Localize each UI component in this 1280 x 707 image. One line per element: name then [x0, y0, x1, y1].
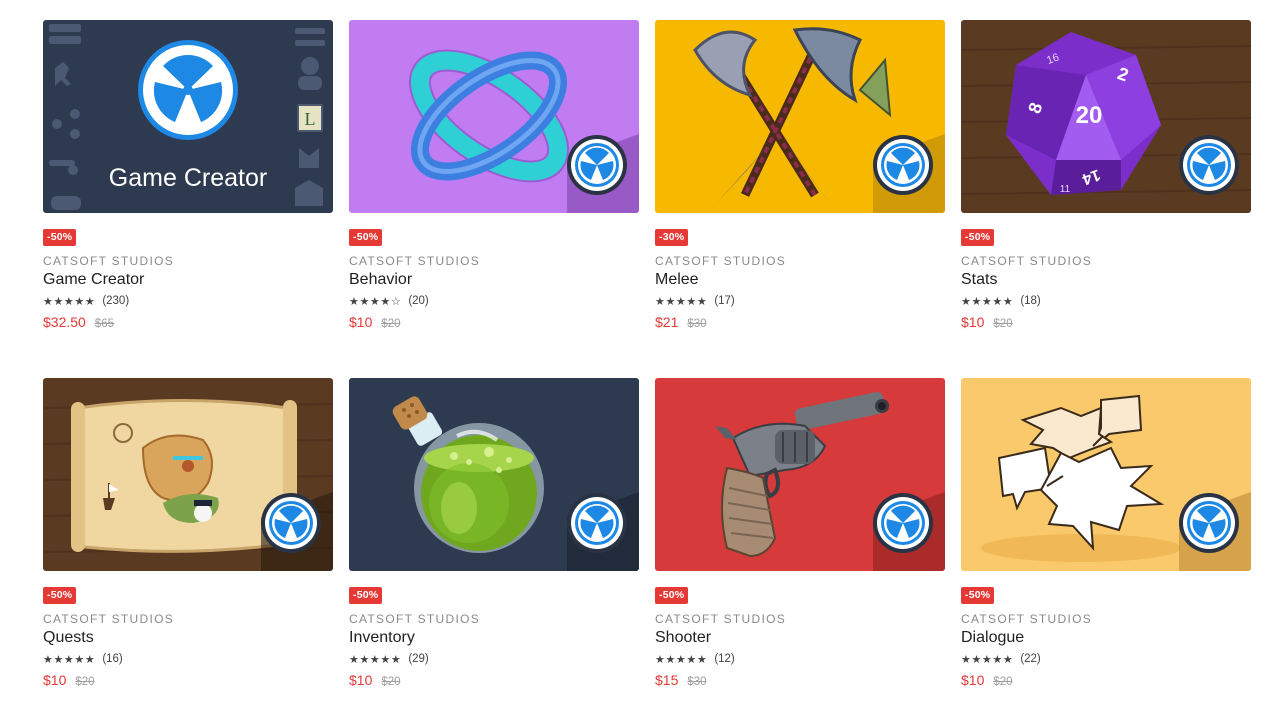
- star-rating-icon: ★★★★★: [43, 653, 96, 666]
- product-thumbnail[interactable]: L Game Creator: [43, 20, 333, 213]
- publisher-link[interactable]: CATSOFT STUDIOS: [349, 612, 480, 626]
- rating: ★★★★☆ (20): [349, 294, 429, 308]
- rating-count: (18): [1020, 295, 1041, 307]
- original-price: $65: [94, 318, 115, 330]
- price: $10 $20: [43, 672, 95, 688]
- sale-price: $10: [961, 314, 985, 330]
- rating: ★★★★★ (17): [655, 294, 735, 308]
- discount-badge: -50%: [655, 587, 689, 604]
- melee-axes-artwork: [655, 20, 945, 213]
- star-rating-icon: ★★★★★: [655, 653, 708, 666]
- discount-badge: -50%: [961, 229, 995, 246]
- sale-price: $21: [655, 314, 679, 330]
- publisher-link[interactable]: CATSOFT STUDIOS: [655, 254, 786, 268]
- svg-text:L: L: [305, 109, 316, 129]
- product-title[interactable]: Behavior: [349, 271, 412, 289]
- sale-price: $10: [349, 672, 373, 688]
- star-rating-icon: ★★★★★: [43, 295, 96, 308]
- product-thumbnail[interactable]: [655, 378, 945, 571]
- shooter-revolver-artwork: [655, 378, 945, 571]
- product-title[interactable]: Dialogue: [961, 629, 1024, 647]
- rating: ★★★★★ (29): [349, 652, 429, 666]
- price: $32.50 $65: [43, 314, 114, 330]
- publisher-link[interactable]: CATSOFT STUDIOS: [961, 254, 1092, 268]
- rating-count: (29): [408, 653, 429, 665]
- product-thumbnail[interactable]: 20 2 8 16 14 11: [961, 20, 1251, 213]
- game-creator-artwork: L Game Creator: [43, 20, 333, 213]
- discount-badge: -50%: [43, 229, 77, 246]
- rating-count: (20): [408, 295, 429, 307]
- dialogue-bubbles-artwork: [961, 378, 1251, 571]
- product-thumbnail[interactable]: [349, 378, 639, 571]
- sale-price: $15: [655, 672, 679, 688]
- discount-badge: -50%: [349, 229, 383, 246]
- rating: ★★★★★ (16): [43, 652, 123, 666]
- star-rating-icon: ★★★★★: [349, 653, 402, 666]
- rating-count: (22): [1020, 653, 1041, 665]
- star-rating-icon: ★★★★★: [961, 295, 1014, 308]
- discount-badge: -50%: [43, 587, 77, 604]
- product-title[interactable]: Game Creator: [43, 271, 144, 289]
- star-rating-icon: ★★★★☆: [349, 295, 402, 308]
- discount-badge: -50%: [349, 587, 383, 604]
- publisher-link[interactable]: CATSOFT STUDIOS: [43, 254, 174, 268]
- original-price: $20: [381, 676, 401, 688]
- sale-price: $10: [349, 314, 373, 330]
- product-title[interactable]: Melee: [655, 271, 699, 289]
- price: $10 $20: [349, 314, 401, 330]
- product-title[interactable]: Stats: [961, 271, 997, 289]
- sale-price: $32.50: [43, 314, 86, 330]
- dice-number: 20: [1076, 102, 1103, 129]
- rating-count: (12): [714, 653, 735, 665]
- rating: ★★★★★ (18): [961, 294, 1041, 308]
- product-thumbnail[interactable]: [349, 20, 639, 213]
- original-price: $20: [993, 676, 1013, 688]
- publisher-link[interactable]: CATSOFT STUDIOS: [349, 254, 480, 268]
- price: $10 $20: [961, 672, 1013, 688]
- original-price: $30: [687, 676, 707, 688]
- inventory-potion-artwork: [349, 378, 639, 571]
- price: $21 $30: [655, 314, 707, 330]
- artwork-title: Game Creator: [109, 164, 267, 192]
- product-title[interactable]: Shooter: [655, 629, 711, 647]
- rating-count: (17): [714, 295, 735, 307]
- rating-count: (230): [102, 295, 130, 307]
- price: $15 $30: [655, 672, 707, 688]
- behavior-rings-artwork: [349, 20, 639, 213]
- price: $10 $20: [961, 314, 1013, 330]
- stats-dice-artwork: 20 2 8 16 14 11: [961, 20, 1251, 213]
- rating: ★★★★★ (12): [655, 652, 735, 666]
- rating-count: (16): [102, 653, 123, 665]
- publisher-link[interactable]: CATSOFT STUDIOS: [655, 612, 786, 626]
- product-title[interactable]: Inventory: [349, 629, 415, 647]
- product-thumbnail[interactable]: [655, 20, 945, 213]
- product-thumbnail[interactable]: [961, 378, 1251, 571]
- product-thumbnail[interactable]: [43, 378, 333, 571]
- product-title[interactable]: Quests: [43, 629, 94, 647]
- quests-map-artwork: [43, 378, 333, 571]
- publisher-link[interactable]: CATSOFT STUDIOS: [961, 612, 1092, 626]
- price: $10 $20: [349, 672, 401, 688]
- original-price: $20: [993, 318, 1013, 330]
- rating: ★★★★★ (22): [961, 652, 1041, 666]
- sale-price: $10: [43, 672, 67, 688]
- star-rating-icon: ★★★★★: [655, 295, 708, 308]
- original-price: $20: [75, 676, 95, 688]
- original-price: $20: [381, 318, 401, 330]
- star-rating-icon: ★★★★★: [961, 653, 1014, 666]
- discount-badge: -50%: [961, 587, 995, 604]
- discount-badge: -30%: [655, 229, 689, 246]
- original-price: $30: [687, 318, 707, 330]
- sale-price: $10: [961, 672, 985, 688]
- dice-number: 11: [1060, 184, 1071, 195]
- publisher-link[interactable]: CATSOFT STUDIOS: [43, 612, 174, 626]
- rating: ★★★★★ (230): [43, 294, 129, 308]
